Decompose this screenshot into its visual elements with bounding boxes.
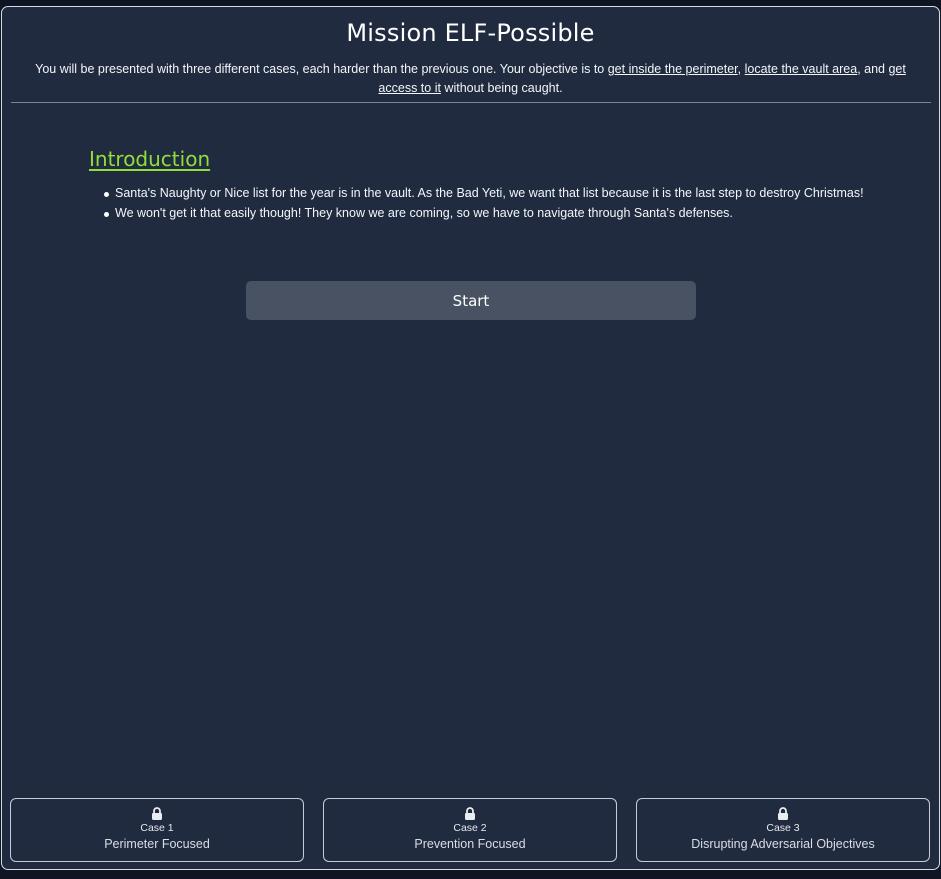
list-item: We won't get it that easily though! They… <box>94 204 864 224</box>
mission-panel: Mission ELF-Possible You will be present… <box>1 6 940 870</box>
case-number-label: Case 2 <box>453 822 487 834</box>
objective-link-perimeter[interactable]: get inside the perimeter <box>608 62 738 76</box>
case-name-label: Prevention Focused <box>414 837 526 851</box>
page-title: Mission ELF-Possible <box>346 19 595 47</box>
lock-icon <box>778 807 788 820</box>
description-text-start: You will be presented with three differe… <box>35 62 608 76</box>
objective-link-vault-area[interactable]: locate the vault area <box>745 62 858 76</box>
case-1-card[interactable]: Case 1 Perimeter Focused <box>10 798 304 862</box>
start-button[interactable]: Start <box>246 281 696 320</box>
description-separator-2: , and <box>857 62 889 76</box>
introduction-list: Santa's Naughty or Nice list for the yea… <box>94 184 864 223</box>
case-number-label: Case 1 <box>140 822 174 834</box>
mission-description: You will be presented with three differe… <box>16 60 925 98</box>
case-name-label: Perimeter Focused <box>104 837 210 851</box>
description-separator-1: , <box>737 62 745 76</box>
header-divider <box>11 102 931 103</box>
lock-icon <box>152 807 162 820</box>
description-text-end: without being caught. <box>440 81 563 95</box>
case-number-label: Case 3 <box>766 822 800 834</box>
lock-icon <box>465 807 475 820</box>
list-item: Santa's Naughty or Nice list for the yea… <box>94 184 864 204</box>
case-3-card[interactable]: Case 3 Disrupting Adversarial Objectives <box>636 798 930 862</box>
case-2-card[interactable]: Case 2 Prevention Focused <box>323 798 617 862</box>
case-name-label: Disrupting Adversarial Objectives <box>691 837 875 851</box>
introduction-heading: Introduction <box>89 147 211 171</box>
